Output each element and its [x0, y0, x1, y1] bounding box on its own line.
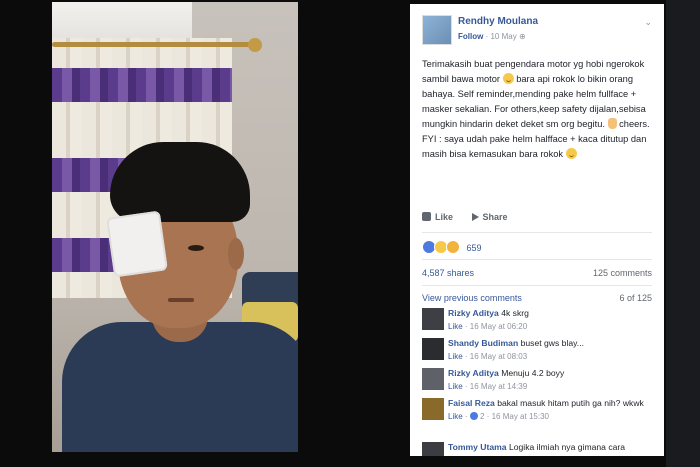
- commenter-avatar[interactable]: [422, 308, 444, 330]
- reaction-sad-icon: [446, 240, 460, 254]
- post-actions: Like Share: [422, 212, 524, 222]
- curtain-band: [52, 68, 232, 102]
- comment-footer: Like · 2 · 16 May at 15:30: [448, 411, 549, 421]
- comment-text: buset gws blay...: [520, 338, 584, 348]
- share-icon: [471, 213, 479, 221]
- comment-body: Faisal Reza bakal masuk hitam putih ga n…: [448, 398, 654, 422]
- comment-reaction-count[interactable]: 2: [480, 412, 484, 421]
- author-name[interactable]: Rendhy Moulana: [458, 16, 538, 27]
- shares-count[interactable]: 4,587 shares: [422, 268, 474, 278]
- comment-footer: Like · 16 May at 06:20: [448, 321, 528, 331]
- globe-icon: ⊕: [518, 32, 526, 41]
- smile-emoji: [565, 148, 577, 159]
- comment-footer: Like · 16 May at 14:39: [448, 381, 528, 391]
- photo-bandage: [106, 210, 168, 278]
- comments-count[interactable]: 125 comments: [593, 268, 652, 278]
- share-button[interactable]: Share: [471, 212, 508, 222]
- comments-shown-count: 6 of 125: [619, 293, 652, 303]
- view-previous-comments-link[interactable]: View previous comments: [422, 293, 522, 303]
- reaction-count: 659: [466, 243, 482, 253]
- commenter-avatar[interactable]: [422, 442, 444, 456]
- comment-text: Logika ilmiah nya gimana cara: [508, 442, 626, 452]
- like-icon: [422, 212, 431, 221]
- victory-hand-emoji: [607, 118, 617, 129]
- commenter-avatar[interactable]: [422, 368, 444, 390]
- comment-text: 4k skrg: [501, 308, 529, 318]
- comment-time[interactable]: 16 May at 08:03: [470, 352, 527, 361]
- like-button[interactable]: Like: [422, 212, 453, 222]
- post-text: Terimakasih buat pengendara motor yg hob…: [422, 57, 654, 162]
- photo-ear: [228, 238, 244, 270]
- post-panel: Rendhy Moulana Follow · 10 May ⊕ ⌄ Terim…: [410, 4, 664, 456]
- comment-text: bakal masuk hitam putih ga nih? wkwk: [497, 398, 644, 408]
- commenter-name[interactable]: Shandy Budiman: [448, 338, 518, 348]
- commenter-avatar[interactable]: [422, 338, 444, 360]
- curtain-rod: [52, 42, 258, 47]
- commenter-name[interactable]: Tommy Utama: [448, 442, 507, 452]
- meta-separator: ·: [485, 32, 489, 41]
- author-avatar[interactable]: [422, 15, 452, 45]
- comment-time[interactable]: 16 May at 14:39: [470, 382, 527, 391]
- comment-like-link[interactable]: Like: [448, 322, 463, 331]
- comment-time[interactable]: 16 May at 15:30: [492, 412, 549, 421]
- photo-hair: [110, 142, 250, 222]
- comment-body: Rizky Aditya 4k skrg Like · 16 May at 06…: [448, 308, 654, 332]
- photo-mouth: [168, 298, 194, 302]
- post-meta: Follow · 10 May ⊕: [458, 32, 526, 41]
- curtain-rod-end: [248, 38, 262, 52]
- comment-like-link[interactable]: Like: [448, 382, 463, 391]
- comment-like-link[interactable]: Like: [448, 412, 463, 421]
- divider: [422, 232, 652, 233]
- commenter-name[interactable]: Faisal Reza: [448, 398, 495, 408]
- comment-time[interactable]: 16 May at 06:20: [470, 322, 527, 331]
- comment-body: Tommy Utama Logika ilmiah nya gimana car…: [448, 442, 654, 454]
- smile-emoji: [502, 73, 514, 84]
- comment-text: Menuju 4.2 boyy: [501, 368, 565, 378]
- follow-link[interactable]: Follow: [458, 32, 483, 41]
- share-label: Share: [482, 212, 508, 222]
- comment-body: Shandy Budiman buset gws blay... Like · …: [448, 338, 654, 362]
- reaction-like-icon: [469, 411, 478, 420]
- comment-body: Rizky Aditya Menuju 4.2 boyy Like · 16 M…: [448, 368, 654, 392]
- chevron-down-icon[interactable]: ⌄: [644, 17, 652, 28]
- post-date[interactable]: 10 May: [490, 32, 516, 41]
- commenter-avatar[interactable]: [422, 398, 444, 420]
- divider: [422, 285, 652, 286]
- comment-footer: Like · 16 May at 08:03: [448, 351, 528, 361]
- background-page-strip: [666, 0, 700, 467]
- like-label: Like: [435, 212, 454, 222]
- comment-like-link[interactable]: Like: [448, 352, 463, 361]
- photo-eye: [188, 245, 204, 251]
- post-photo[interactable]: [52, 2, 298, 452]
- reactions-summary[interactable]: 659: [422, 240, 482, 254]
- divider: [422, 259, 652, 260]
- commenter-name[interactable]: Rizky Aditya: [448, 308, 499, 318]
- commenter-name[interactable]: Rizky Aditya: [448, 368, 499, 378]
